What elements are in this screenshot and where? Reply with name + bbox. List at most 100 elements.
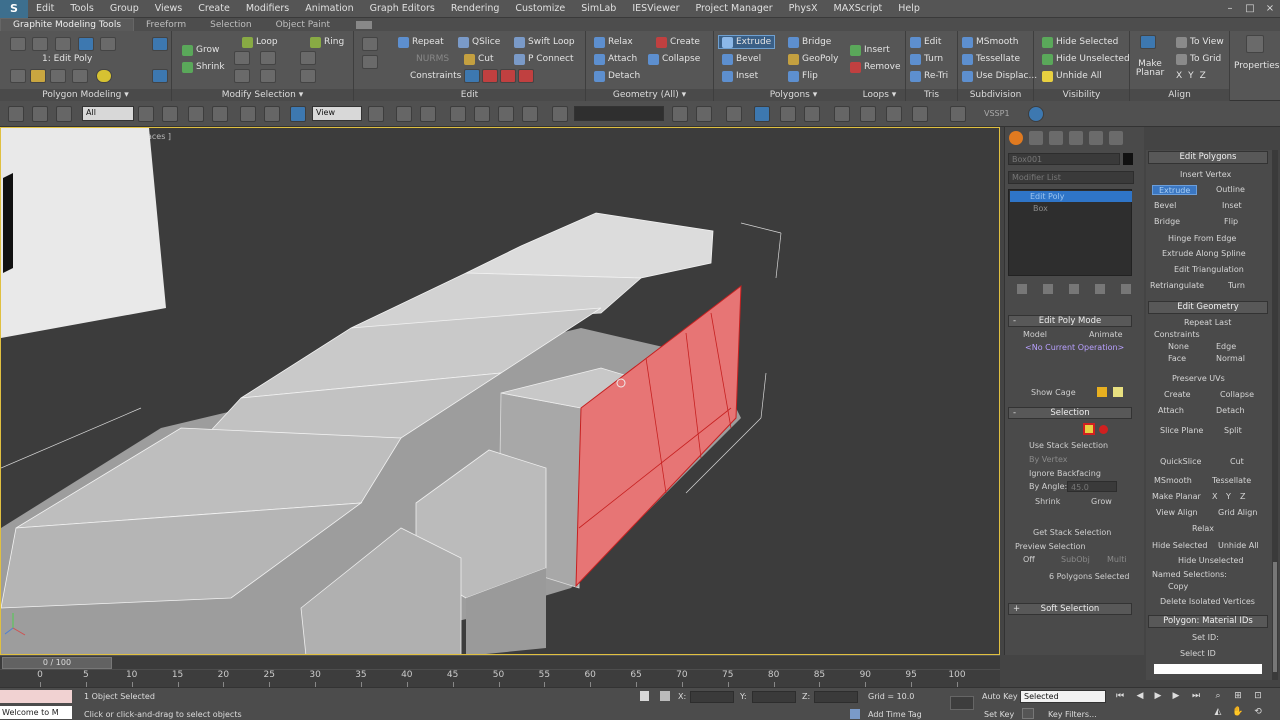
panel-title-subdivision[interactable]: Subdivision	[958, 89, 1033, 101]
ribbon-pin-icon[interactable]	[152, 37, 168, 51]
rollout-material-ids[interactable]: Polygon: Material IDs	[1148, 615, 1268, 628]
key-mode-select[interactable]: Selected	[1020, 690, 1106, 703]
stack-item-edit-poly[interactable]: Edit Poly	[1010, 191, 1132, 202]
cut-button[interactable]: Cut	[464, 52, 494, 66]
make-unique-icon[interactable]	[1069, 284, 1079, 294]
nurms-button[interactable]: NURMS	[416, 52, 449, 66]
minimize-icon[interactable]: –	[1220, 3, 1240, 14]
set-key-icon[interactable]	[950, 696, 974, 710]
edit-named-selection-icon[interactable]	[552, 106, 568, 122]
key-mode-icon[interactable]	[1022, 708, 1034, 719]
reference-coord-select[interactable]: View	[312, 106, 362, 121]
app-logo-icon[interactable]: S	[0, 0, 28, 18]
time-slider[interactable]: 0 / 100	[0, 655, 1000, 669]
render-extra-icon[interactable]	[950, 106, 966, 122]
menu-item-tools[interactable]: Tools	[62, 3, 101, 14]
go-to-start-icon[interactable]: ⏮	[1114, 691, 1126, 702]
rollout-edit-polygons[interactable]: Edit Polygons	[1148, 151, 1268, 164]
cage-selected-swatch[interactable]	[1113, 387, 1123, 397]
preview-off-radio[interactable]: Off	[1023, 555, 1035, 564]
select-object-icon[interactable]	[138, 106, 154, 122]
model-radio[interactable]: Model	[1023, 330, 1047, 339]
toggle-modifier-icon[interactable]	[50, 69, 66, 83]
lock-selection-icon[interactable]	[640, 691, 649, 701]
bridge-panel-button[interactable]: Bridge	[1154, 217, 1180, 226]
by-angle-input[interactable]: 45.0	[1067, 481, 1117, 492]
attach-panel-button[interactable]: Attach	[1158, 406, 1184, 415]
menu-item-rendering[interactable]: Rendering	[443, 3, 508, 14]
maxscript-listener-pink[interactable]	[0, 690, 72, 703]
swift-loop-button[interactable]: Swift Loop	[514, 35, 575, 49]
turn-panel-button[interactable]: Turn	[1228, 281, 1245, 290]
shrink-button[interactable]: Shrink	[1035, 497, 1060, 506]
msmooth-panel-button[interactable]: MSmooth	[1154, 476, 1192, 485]
split-checkbox[interactable]: Split	[1224, 426, 1242, 435]
mirror-icon[interactable]	[672, 106, 688, 122]
menu-item-project-manager[interactable]: Project Manager	[687, 3, 780, 14]
hide-unselected-button[interactable]: Hide Unselected	[1042, 52, 1130, 66]
schematic-view-icon[interactable]	[804, 106, 820, 122]
edit-triangulation-button[interactable]: Edit Triangulation	[1174, 265, 1244, 274]
panel-title-polygons[interactable]: Polygons ▾	[714, 89, 873, 101]
align-y-button[interactable]: Y	[1188, 71, 1194, 81]
transform-mode-icon[interactable]	[660, 691, 670, 701]
object-color-swatch[interactable]	[1123, 153, 1133, 165]
extrude-button[interactable]: Extrude	[718, 35, 776, 49]
render-production-icon[interactable]	[912, 106, 928, 122]
grow-button[interactable]: Grow	[1091, 497, 1112, 506]
tab-graphite-modeling-tools[interactable]: Graphite Modeling Tools	[0, 18, 135, 31]
utilities-tab-icon[interactable]	[1109, 131, 1123, 145]
qslice-button[interactable]: QSlice	[458, 35, 500, 49]
remove-button[interactable]: Remove	[850, 60, 901, 74]
detach-panel-button[interactable]: Detach	[1216, 406, 1245, 415]
collapse-panel-button[interactable]: Collapse	[1220, 390, 1254, 399]
attach-button[interactable]: Attach	[594, 52, 637, 66]
layer-manager-icon[interactable]	[726, 106, 742, 122]
retri-button[interactable]: Re-Tri	[910, 69, 948, 83]
render-setup-icon[interactable]	[860, 106, 876, 122]
selection-filter-select[interactable]: All	[82, 106, 134, 121]
ribbon-minimize-icon[interactable]	[356, 20, 373, 29]
shrink-button[interactable]: Shrink	[182, 60, 225, 74]
tweak-icon[interactable]	[362, 55, 378, 69]
planar-x-button[interactable]: X	[1212, 492, 1217, 501]
zoom-all-icon[interactable]: ⊞	[1232, 691, 1244, 702]
msmooth-button[interactable]: MSmooth	[962, 35, 1019, 49]
rollout-edit-geometry[interactable]: Edit Geometry	[1148, 301, 1268, 314]
ribbon-pin2-icon[interactable]	[152, 69, 168, 83]
auto-key-button[interactable]: Auto Key	[982, 692, 1018, 701]
select-link-icon[interactable]	[8, 106, 24, 122]
to-grid-button[interactable]: To Grid	[1176, 52, 1221, 66]
make-planar-icon[interactable]	[1140, 35, 1156, 49]
copy-button[interactable]: Copy	[1168, 582, 1188, 591]
bevel-panel-button[interactable]: Bevel	[1154, 201, 1176, 210]
remove-modifier-icon[interactable]	[1095, 284, 1105, 294]
show-cage-checkbox[interactable]: Show Cage	[1031, 388, 1076, 397]
insert-vertex-button[interactable]: Insert Vertex	[1180, 170, 1231, 179]
grid-align-button[interactable]: Grid Align	[1218, 508, 1257, 517]
use-stack-selection-checkbox[interactable]: Use Stack Selection	[1029, 441, 1108, 450]
material-name-field[interactable]	[1154, 664, 1262, 674]
rotate-icon[interactable]	[264, 106, 280, 122]
pan-view-icon[interactable]: ✋	[1232, 707, 1244, 718]
repeat-last-button[interactable]: Repeat Last	[1184, 318, 1231, 327]
select-manipulate-icon[interactable]	[396, 106, 412, 122]
window-crossing-icon[interactable]	[212, 106, 228, 122]
hide-unselected-panel-button[interactable]: Hide Unselected	[1178, 556, 1243, 565]
rendered-frame-icon[interactable]	[886, 106, 902, 122]
constraint-normal-icon[interactable]	[518, 69, 534, 83]
maxscript-listener[interactable]: Welcome to M	[0, 706, 72, 719]
polygon-mode-icon[interactable]	[78, 37, 94, 51]
cut-panel-button[interactable]: Cut	[1230, 457, 1244, 466]
tab-freeform[interactable]: Freeform	[134, 20, 198, 30]
move-icon[interactable]	[240, 106, 256, 122]
preserve-uvs-icon[interactable]	[362, 37, 378, 51]
slice-plane-button[interactable]: Slice Plane	[1160, 426, 1203, 435]
menu-item-create[interactable]: Create	[190, 3, 238, 14]
ring-grow-icon[interactable]	[234, 69, 250, 83]
curve-editor-icon[interactable]	[780, 106, 796, 122]
bevel-button[interactable]: Bevel	[722, 52, 761, 66]
align-z-button[interactable]: Z	[1200, 71, 1206, 81]
ignore-backfacing-checkbox[interactable]: Ignore Backfacing	[1029, 469, 1101, 478]
create-panel-button[interactable]: Create	[1164, 390, 1191, 399]
